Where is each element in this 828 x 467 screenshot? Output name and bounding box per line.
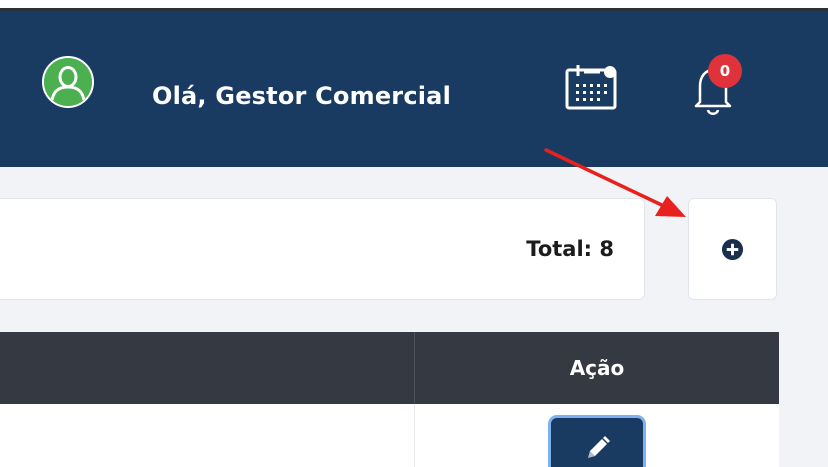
pencil-icon (588, 436, 610, 458)
table-header: Ação (0, 332, 779, 404)
notification-badge: 0 (708, 54, 742, 88)
user-avatar-icon[interactable] (42, 56, 94, 108)
table-row (0, 404, 779, 467)
edit-button[interactable] (551, 418, 643, 467)
add-button[interactable] (688, 198, 777, 300)
top-strip (0, 0, 828, 8)
calendar-icon[interactable] (564, 62, 620, 110)
plus-circle-icon (721, 238, 744, 260)
total-count: Total: 8 (526, 237, 614, 261)
summary-card: Total: 8 (0, 198, 645, 300)
page: Olá, Gestor Comercial 0 Total: 8 Ação (0, 0, 828, 467)
column-divider (414, 404, 415, 467)
user-greeting: Olá, Gestor Comercial (152, 82, 452, 110)
column-header-acao: Ação (569, 356, 625, 380)
